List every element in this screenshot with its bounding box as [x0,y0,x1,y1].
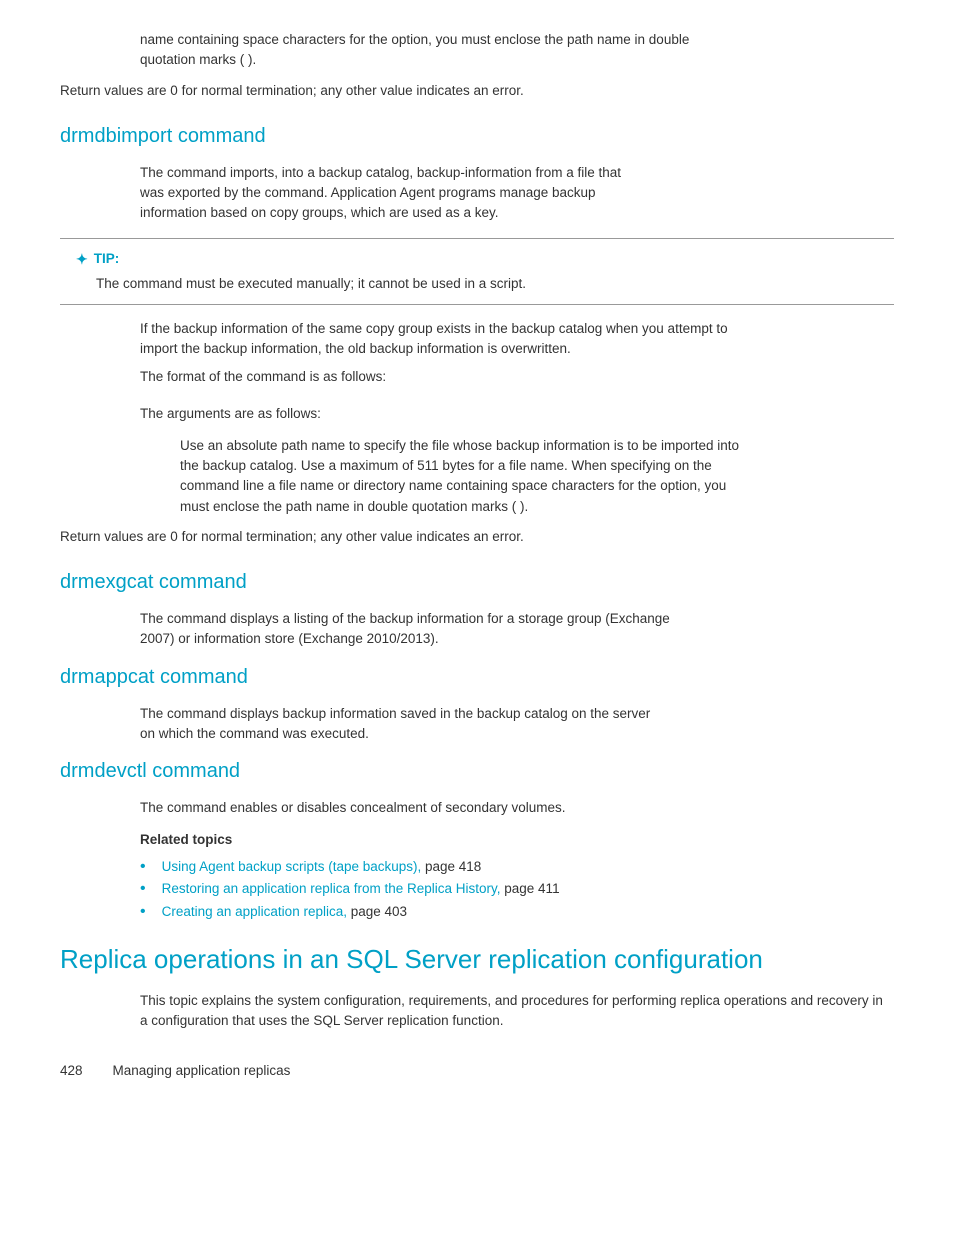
list-item-3: Creating an application replica, page 40… [140,902,894,923]
drmappcat-line2: on which the command was executed. [140,724,894,744]
indent-line2: the backup catalog. Use a maximum of 511… [180,456,894,476]
drmdbimport-body-line3: information based on copy groups, which … [140,203,894,223]
related-topics-label: Related topics [140,830,894,850]
drmdevctl-body: The command enables or disables concealm… [140,798,894,818]
tip-content: The command must be executed manually; i… [96,274,878,294]
drmdbimport-body-line2: was exported by the command. Application… [140,183,894,203]
indent-line3: command line a file name or directory na… [180,476,894,496]
drmexgcat-body: The command displays a listing of the ba… [140,609,894,650]
drmdbimport-indent: Use an absolute path name to specify the… [180,436,894,517]
main-section-heading: Replica operations in an SQL Server repl… [60,943,894,977]
after-tip-line2: import the backup information, the old b… [140,339,894,359]
page-number: 428 [60,1061,83,1081]
indent-line1: Use an absolute path name to specify the… [180,436,894,456]
list-item-2-text: Restoring an application replica from th… [162,879,560,899]
intro-line1: name containing space characters for the… [140,30,894,50]
related-topics-list: Using Agent backup scripts (tape backups… [140,857,894,923]
return-text-drmdbimport: Return values are 0 for normal terminati… [60,527,894,547]
link-tape-backups[interactable]: Using Agent backup scripts (tape backups… [162,859,422,874]
drmdbimport-body: The command imports, into a backup catal… [140,163,894,224]
link-restoring-replica[interactable]: Restoring an application replica from th… [162,881,501,896]
return-text-top: Return values are 0 for normal terminati… [60,81,894,101]
after-tip-line5: The arguments are as follows: [140,404,894,424]
drmexgcat-heading: drmexgcat command [60,567,894,597]
link-3-suffix: page 403 [347,904,407,919]
list-item-1-text: Using Agent backup scripts (tape backups… [162,857,482,877]
link-1-suffix: page 418 [421,859,481,874]
after-tip-line1: If the backup information of the same co… [140,319,894,339]
drmdevctl-line1: The command enables or disables concealm… [140,798,894,818]
tip-box: ✦ TIP: The command must be executed manu… [60,238,894,305]
drmexgcat-line1: The command displays a listing of the ba… [140,609,894,629]
intro-line2: quotation marks ( ). [140,50,894,70]
drmappcat-heading: drmappcat command [60,662,894,692]
drmdbimport-heading: drmdbimport command [60,121,894,151]
link-creating-replica[interactable]: Creating an application replica, [162,904,347,919]
drmexgcat-line2: 2007) or information store (Exchange 201… [140,629,894,649]
drmappcat-body: The command displays backup information … [140,704,894,745]
after-tip-line3: The format of the command is as follows: [140,367,894,387]
drmdevctl-heading: drmdevctl command [60,756,894,786]
drmdbimport-body-line1: The command imports, into a backup catal… [140,163,894,183]
indent-line4: must enclose the path name in double quo… [180,497,894,517]
link-2-suffix: page 411 [501,881,560,896]
footer-text: Managing application replicas [113,1061,291,1081]
drmappcat-line1: The command displays backup information … [140,704,894,724]
list-item-3-text: Creating an application replica, page 40… [162,902,407,922]
list-item-1: Using Agent backup scripts (tape backups… [140,857,894,878]
tip-label: ✦ TIP: [76,249,878,270]
drmdbimport-after-tip: If the backup information of the same co… [140,319,894,424]
page-footer: 428 Managing application replicas [60,1061,894,1081]
intro-text: name containing space characters for the… [140,30,894,71]
list-item-2: Restoring an application replica from th… [140,879,894,900]
tip-label-text: TIP: [94,249,120,269]
main-section-body: This topic explains the system configura… [140,991,894,1032]
tip-icon: ✦ [76,249,88,270]
